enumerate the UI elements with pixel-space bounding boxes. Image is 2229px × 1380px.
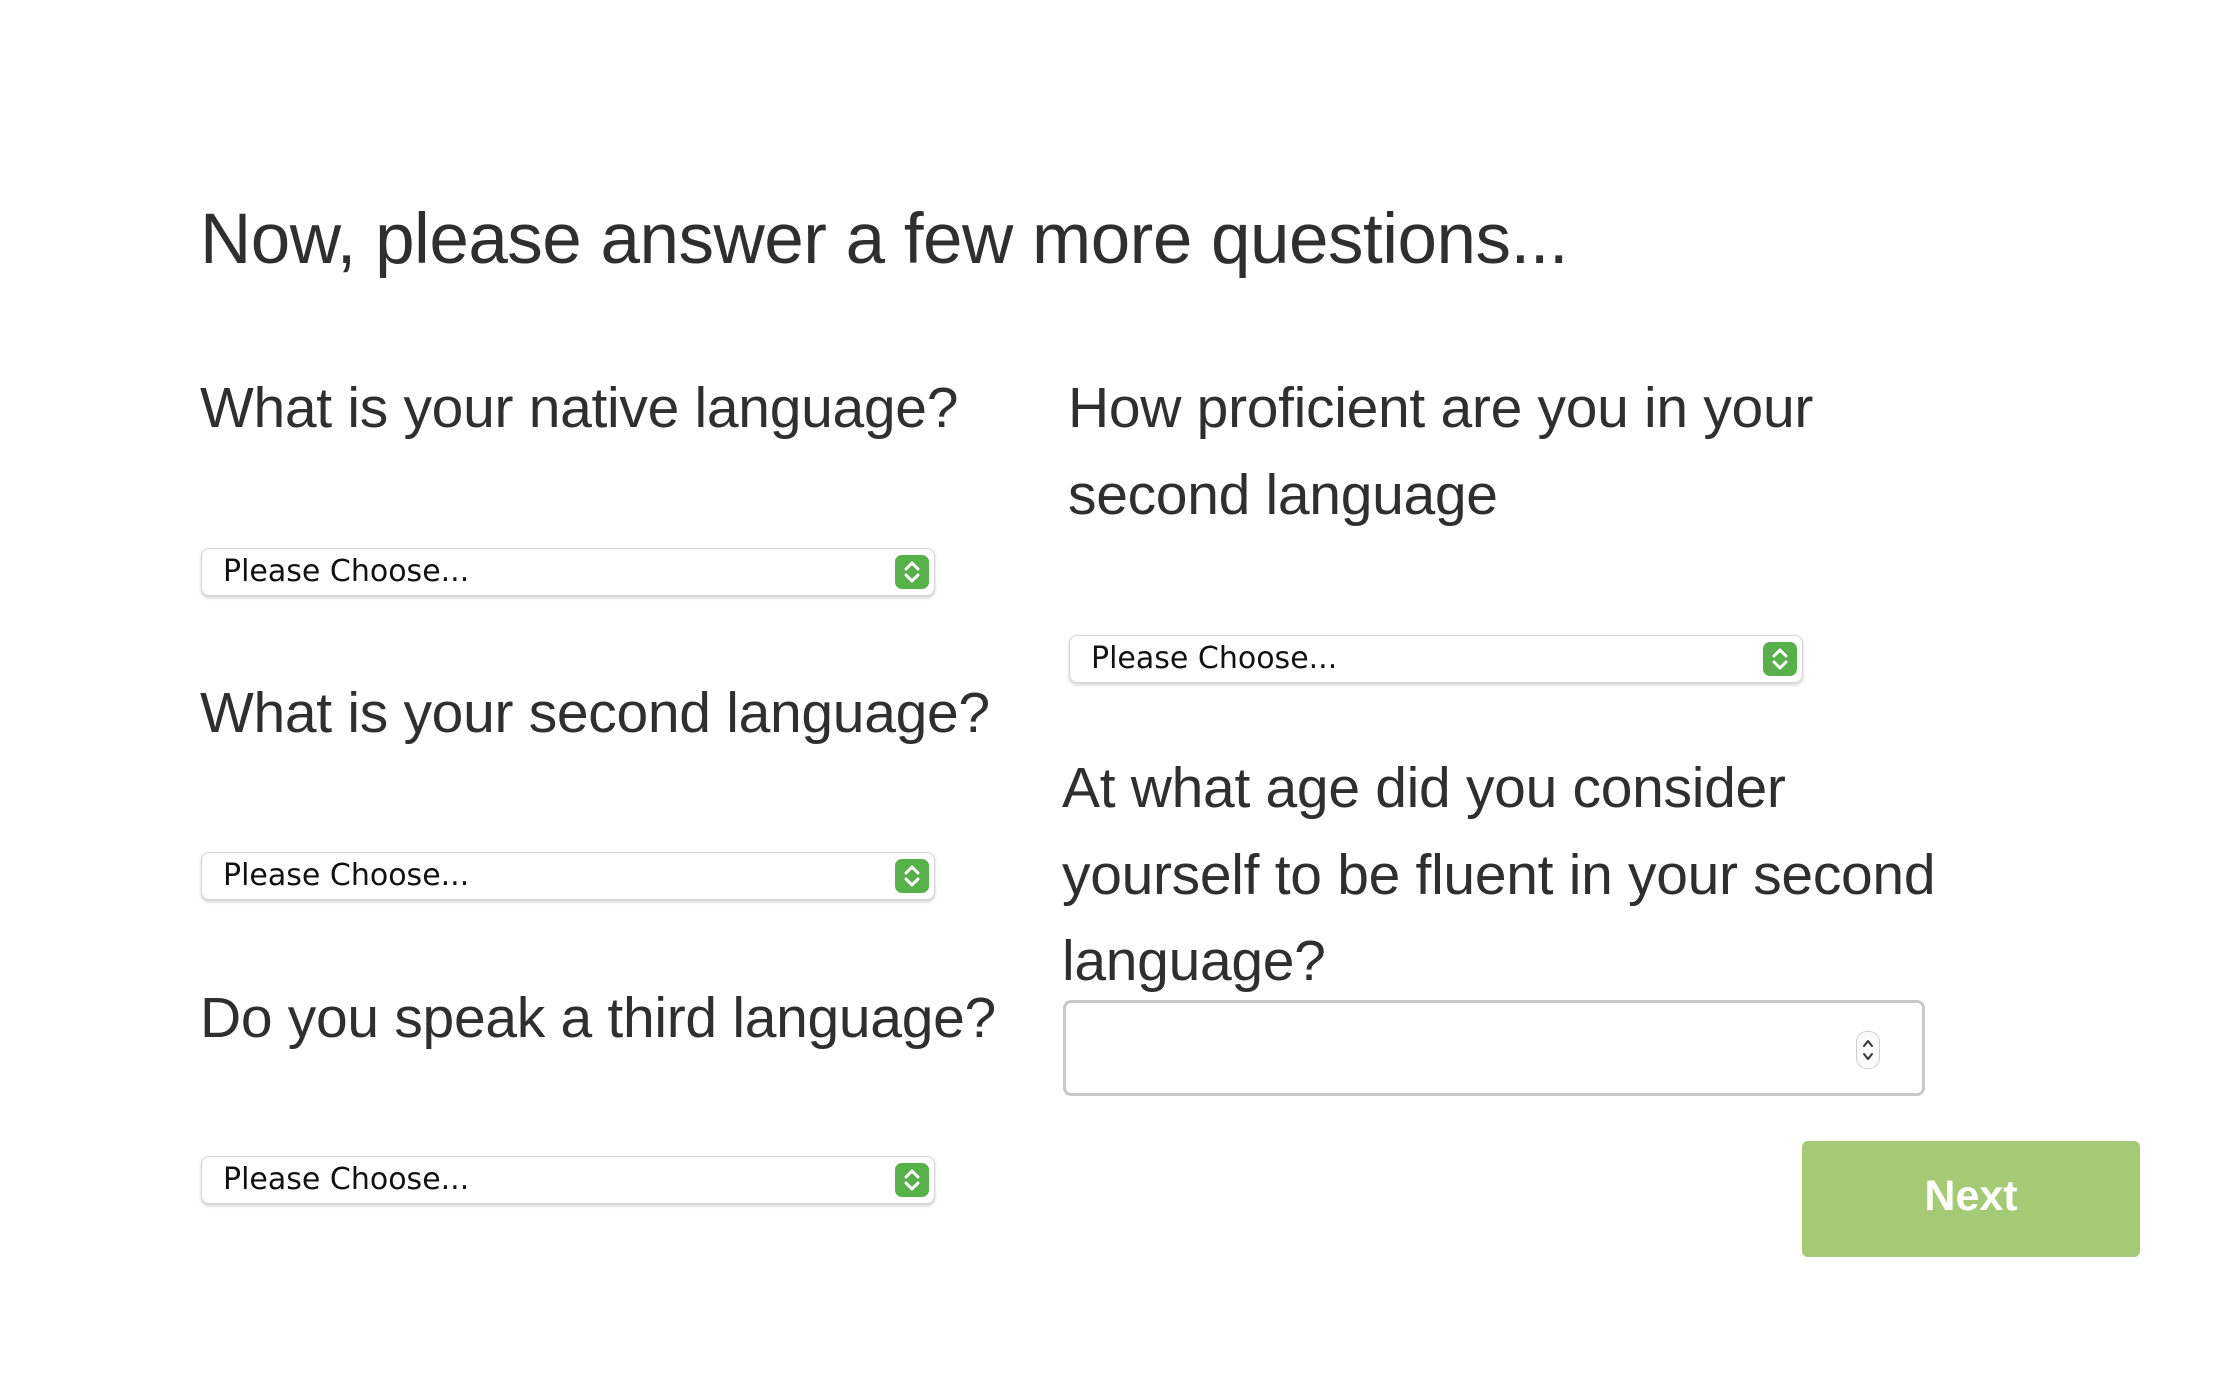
third-language-select[interactable]: Please Choose... [201,1156,935,1204]
third-language-question: Do you speak a third language? [200,986,996,1050]
second-language-question: What is your second language? [200,681,990,745]
fluency-age-question-line-3: language? [1062,929,1326,993]
next-button[interactable]: Next [1802,1141,2140,1257]
fluency-age-input-box [1063,1000,1925,1096]
proficiency-question-line-2: second language [1068,463,1498,527]
fluency-age-question-line-2: yourself to be fluent in your second [1062,843,1936,907]
updown-chevron-icon [895,1163,929,1197]
proficiency-question-line-1: How proficient are you in your [1068,376,1814,440]
fluency-age-question-line-1: At what age did you consider [1062,756,1786,820]
native-language-question: What is your native language? [200,376,959,440]
fluency-age-input[interactable] [1066,1003,1922,1093]
second-language-select-value: Please Choose... [223,858,470,893]
third-language-select-value: Please Choose... [223,1162,470,1197]
proficiency-select[interactable]: Please Choose... [1069,635,1803,683]
proficiency-select-value: Please Choose... [1091,641,1338,676]
native-language-select[interactable]: Please Choose... [201,548,935,596]
page-title: Now, please answer a few more questions.… [200,200,1569,279]
spinner-arrows-icon[interactable] [1856,1031,1880,1069]
second-language-select[interactable]: Please Choose... [201,852,935,900]
updown-chevron-icon [895,555,929,589]
native-language-select-value: Please Choose... [223,554,470,589]
updown-chevron-icon [1763,642,1797,676]
updown-chevron-icon [895,859,929,893]
